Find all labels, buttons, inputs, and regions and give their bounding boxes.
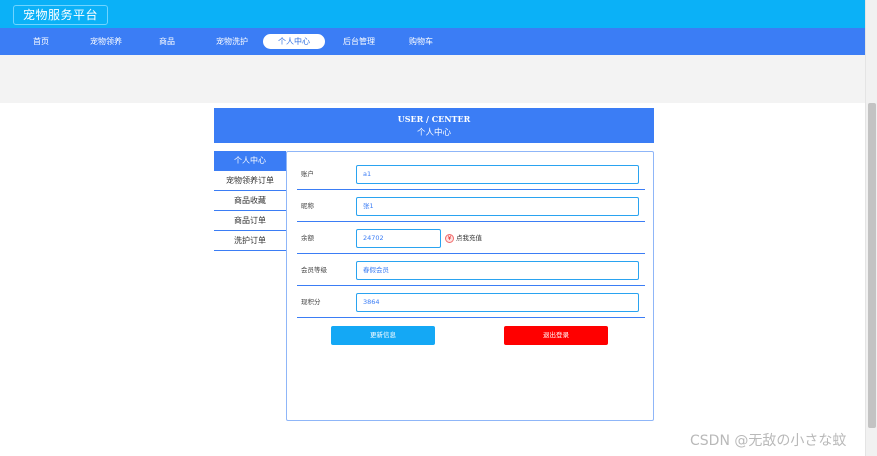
- top-header: 宠物服务平台: [0, 0, 865, 28]
- member-level-input[interactable]: 春假会员: [356, 261, 639, 280]
- recharge-icon: ¥: [445, 233, 454, 243]
- user-center-title-cn: 个人中心: [416, 128, 451, 138]
- nav-products[interactable]: 商品: [159, 28, 175, 55]
- menu-item-favorites[interactable]: 商品收藏: [214, 191, 286, 211]
- page: 宠物服务平台 首页 宠物领养 商品 宠物洗护 个人中心 后台管理 购物车 USE…: [0, 0, 877, 456]
- recharge-label: 点我充值: [456, 234, 482, 242]
- watermark-text: CSDN @无敌の小さな蚊: [690, 433, 847, 449]
- main-nav: 首页 宠物领养 商品 宠物洗护 个人中心 后台管理 购物车: [0, 28, 865, 55]
- form-row-balance: 余额 24702 ¥ 点我充值: [297, 222, 645, 254]
- recharge-link[interactable]: ¥ 点我充值: [445, 233, 482, 243]
- nav-admin[interactable]: 后台管理: [343, 28, 375, 55]
- nav-home[interactable]: 首页: [33, 28, 49, 55]
- menu-item-product-orders[interactable]: 商品订单: [214, 211, 286, 231]
- banner-area: [0, 55, 865, 103]
- member-level-label: 会员等级: [301, 266, 327, 274]
- logout-button[interactable]: 退出登录: [504, 326, 608, 345]
- form-row-nickname: 昵称 张1: [297, 190, 645, 222]
- nickname-label: 昵称: [301, 202, 314, 210]
- site-logo-title[interactable]: 宠物服务平台: [13, 5, 109, 25]
- form-row-points: 现积分 3864: [297, 286, 645, 318]
- profile-form-panel: 账户 a1 昵称 张1 余额 24702 ¥ 点我充值 会员等级 春假会员 现积分…: [286, 151, 654, 421]
- nickname-input[interactable]: 张1: [356, 197, 639, 216]
- nav-pet-grooming[interactable]: 宠物洗护: [216, 28, 248, 55]
- user-center-header: USER / CENTER 个人中心: [214, 108, 654, 143]
- form-row-account: 账户 a1: [297, 158, 645, 190]
- nav-cart[interactable]: 购物车: [409, 28, 433, 55]
- balance-input[interactable]: 24702: [356, 229, 441, 248]
- account-label: 账户: [301, 170, 314, 178]
- menu-item-user-center[interactable]: 个人中心: [214, 151, 286, 171]
- nav-user-center[interactable]: 个人中心: [263, 34, 325, 49]
- menu-item-adoption-orders[interactable]: 宠物领养订单: [214, 171, 286, 191]
- side-menu: 个人中心 宠物领养订单 商品收藏 商品订单 洗护订单: [214, 151, 286, 251]
- update-info-button[interactable]: 更新信息: [331, 326, 435, 345]
- menu-item-grooming-orders[interactable]: 洗护订单: [214, 231, 286, 251]
- nav-pet-adoption[interactable]: 宠物领养: [90, 28, 122, 55]
- user-center-title-en: USER / CENTER: [397, 114, 471, 124]
- points-label: 现积分: [301, 298, 321, 306]
- balance-label: 余额: [301, 234, 314, 242]
- vertical-scrollbar[interactable]: [865, 0, 877, 456]
- scrollbar-thumb[interactable]: [868, 103, 876, 428]
- account-input[interactable]: a1: [356, 165, 639, 184]
- form-row-level: 会员等级 春假会员: [297, 254, 645, 286]
- points-input[interactable]: 3864: [356, 293, 639, 312]
